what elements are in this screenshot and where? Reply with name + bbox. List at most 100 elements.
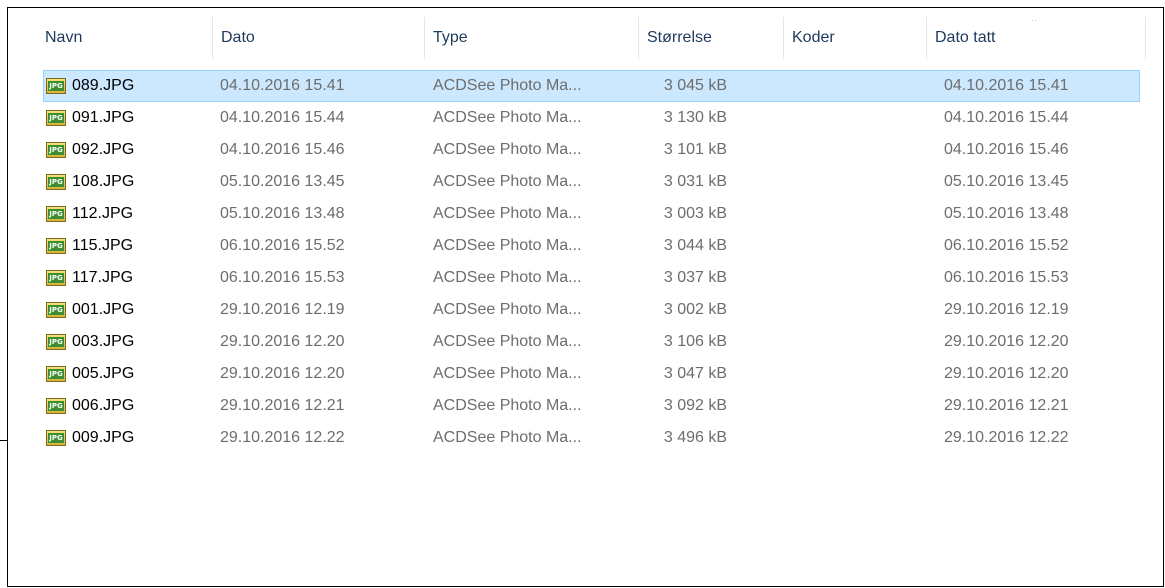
- file-name: 108.JPG: [72, 173, 135, 190]
- file-date-cell: 29.10.2016 12.21: [220, 397, 345, 414]
- file-name: 112.JPG: [72, 205, 134, 222]
- column-resize-grip-icon: ˙˙: [1031, 19, 1037, 28]
- file-date-taken-cell: 04.10.2016 15.46: [944, 141, 1069, 158]
- jpg-file-icon: JPG: [46, 270, 66, 286]
- file-name-cell: JPG 006.JPG: [44, 391, 134, 421]
- column-header-tags[interactable]: Koder: [784, 17, 927, 59]
- file-name: 006.JPG: [72, 397, 135, 414]
- file-name-cell: JPG 009.JPG: [44, 423, 134, 453]
- column-header-date[interactable]: Dato: [213, 17, 425, 59]
- file-date-taken-cell: 29.10.2016 12.20: [944, 365, 1069, 382]
- file-size-cell: 3 047 kB: [663, 365, 727, 382]
- file-name-cell: JPG 089.JPG: [44, 71, 134, 101]
- jpg-file-icon: JPG: [46, 206, 66, 222]
- file-row[interactable]: JPG 115.JPG 06.10.2016 15.52 ACDSee Photo M…: [43, 230, 1140, 262]
- file-size-cell: 3 130 kB: [663, 109, 727, 126]
- file-name-cell: JPG 108.JPG: [44, 167, 134, 197]
- file-type-cell: ACDSee Photo Ma...: [433, 77, 582, 94]
- file-type-cell: ACDSee Photo Ma...: [433, 397, 582, 414]
- file-type-cell: ACDSee Photo Ma...: [433, 173, 582, 190]
- file-name: 003.JPG: [72, 333, 135, 350]
- file-date-cell: 29.10.2016 12.19: [220, 301, 345, 318]
- file-name: 009.JPG: [72, 429, 135, 446]
- file-row[interactable]: JPG 117.JPG 06.10.2016 15.53 ACDSee Photo M…: [43, 262, 1140, 294]
- file-date-cell: 05.10.2016 13.45: [220, 173, 345, 190]
- file-name-cell: JPG 112.JPG: [44, 199, 133, 229]
- file-date-taken-cell: 05.10.2016 13.48: [944, 205, 1069, 222]
- file-row[interactable]: JPG 091.JPG 04.10.2016 15.44 ACDSee Photo M…: [43, 102, 1140, 134]
- file-type-cell: ACDSee Photo Ma...: [433, 237, 582, 254]
- file-date-taken-cell: 04.10.2016 15.41: [944, 77, 1069, 94]
- file-row[interactable]: JPG 112.JPG 05.10.2016 13.48 ACDSee Photo M…: [43, 198, 1140, 230]
- file-name-cell: JPG 091.JPG: [44, 103, 134, 133]
- file-row[interactable]: JPG 009.JPG 29.10.2016 12.22 ACDSee Photo M…: [43, 422, 1140, 454]
- frame-tick-mark: [0, 440, 7, 441]
- jpg-file-icon: JPG: [46, 366, 66, 382]
- jpg-file-icon: JPG: [46, 142, 66, 158]
- file-name-cell: JPG 001.JPG: [44, 295, 134, 325]
- file-name-cell: JPG 117.JPG: [44, 263, 133, 293]
- file-name: 115.JPG: [72, 237, 134, 254]
- file-date-cell: 04.10.2016 15.44: [220, 109, 345, 126]
- file-row[interactable]: JPG 003.JPG 29.10.2016 12.20 ACDSee Photo M…: [43, 326, 1140, 358]
- jpg-file-icon: JPG: [46, 174, 66, 190]
- file-row[interactable]: JPG 092.JPG 04.10.2016 15.46 ACDSee Photo M…: [43, 134, 1140, 166]
- file-size-cell: 3 044 kB: [663, 237, 727, 254]
- file-date-taken-cell: 29.10.2016 12.20: [944, 333, 1069, 350]
- file-list: JPG 089.JPG 04.10.2016 15.41 ACDSee Photo M…: [43, 70, 1140, 454]
- file-name: 089.JPG: [72, 77, 135, 94]
- jpg-file-icon: JPG: [46, 110, 66, 126]
- file-type-cell: ACDSee Photo Ma...: [433, 109, 582, 126]
- file-type-cell: ACDSee Photo Ma...: [433, 429, 582, 446]
- file-size-cell: 3 003 kB: [663, 205, 727, 222]
- file-date-cell: 04.10.2016 15.41: [220, 77, 345, 94]
- file-date-taken-cell: 29.10.2016 12.22: [944, 429, 1069, 446]
- file-date-taken-cell: 04.10.2016 15.44: [944, 109, 1069, 126]
- file-date-cell: 29.10.2016 12.20: [220, 333, 345, 350]
- file-date-cell: 06.10.2016 15.53: [220, 269, 345, 286]
- file-size-cell: 3 092 kB: [663, 397, 727, 414]
- column-header-date-taken[interactable]: Dato tatt ˙˙: [927, 17, 1146, 59]
- jpg-file-icon: JPG: [46, 430, 66, 446]
- jpg-file-icon: JPG: [46, 334, 66, 350]
- file-name: 117.JPG: [72, 269, 134, 286]
- column-header-bar: Navn Dato Type Størrelse Koder Dato tatt…: [37, 17, 1147, 59]
- file-name-cell: JPG 003.JPG: [44, 327, 134, 357]
- file-date-cell: 29.10.2016 12.20: [220, 365, 345, 382]
- file-size-cell: 3 496 kB: [663, 429, 727, 446]
- file-row[interactable]: JPG 108.JPG 05.10.2016 13.45 ACDSee Photo M…: [43, 166, 1140, 198]
- column-header-name[interactable]: Navn: [37, 17, 213, 59]
- file-row[interactable]: JPG 006.JPG 29.10.2016 12.21 ACDSee Photo M…: [43, 390, 1140, 422]
- file-size-cell: 3 101 kB: [663, 141, 727, 158]
- file-date-cell: 06.10.2016 15.52: [220, 237, 345, 254]
- file-row[interactable]: JPG 089.JPG 04.10.2016 15.41 ACDSee Photo M…: [43, 70, 1140, 102]
- file-name: 092.JPG: [72, 141, 135, 158]
- file-row[interactable]: JPG 001.JPG 29.10.2016 12.19 ACDSee Photo M…: [43, 294, 1140, 326]
- column-header-type[interactable]: Type: [425, 17, 639, 59]
- file-date-taken-cell: 06.10.2016 15.53: [944, 269, 1069, 286]
- file-date-cell: 04.10.2016 15.46: [220, 141, 345, 158]
- file-date-taken-cell: 05.10.2016 13.45: [944, 173, 1069, 190]
- file-size-cell: 3 037 kB: [663, 269, 727, 286]
- column-header-date-taken-label: Dato tatt: [935, 29, 996, 46]
- file-date-taken-cell: 29.10.2016 12.21: [944, 397, 1069, 414]
- file-size-cell: 3 045 kB: [663, 77, 727, 94]
- file-type-cell: ACDSee Photo Ma...: [433, 365, 582, 382]
- file-name: 091.JPG: [72, 109, 135, 126]
- file-type-cell: ACDSee Photo Ma...: [433, 301, 582, 318]
- file-type-cell: ACDSee Photo Ma...: [433, 333, 582, 350]
- jpg-file-icon: JPG: [46, 398, 66, 414]
- file-name-cell: JPG 115.JPG: [44, 231, 133, 261]
- file-name: 001.JPG: [72, 301, 135, 318]
- column-header-size[interactable]: Størrelse: [639, 17, 784, 59]
- file-name-cell: JPG 005.JPG: [44, 359, 134, 389]
- file-type-cell: ACDSee Photo Ma...: [433, 141, 582, 158]
- jpg-file-icon: JPG: [46, 238, 66, 254]
- file-size-cell: 3 002 kB: [663, 301, 727, 318]
- file-size-cell: 3 106 kB: [663, 333, 727, 350]
- jpg-file-icon: JPG: [46, 78, 66, 94]
- file-row[interactable]: JPG 005.JPG 29.10.2016 12.20 ACDSee Photo M…: [43, 358, 1140, 390]
- file-date-cell: 29.10.2016 12.22: [220, 429, 345, 446]
- file-name: 005.JPG: [72, 365, 135, 382]
- file-type-cell: ACDSee Photo Ma...: [433, 269, 582, 286]
